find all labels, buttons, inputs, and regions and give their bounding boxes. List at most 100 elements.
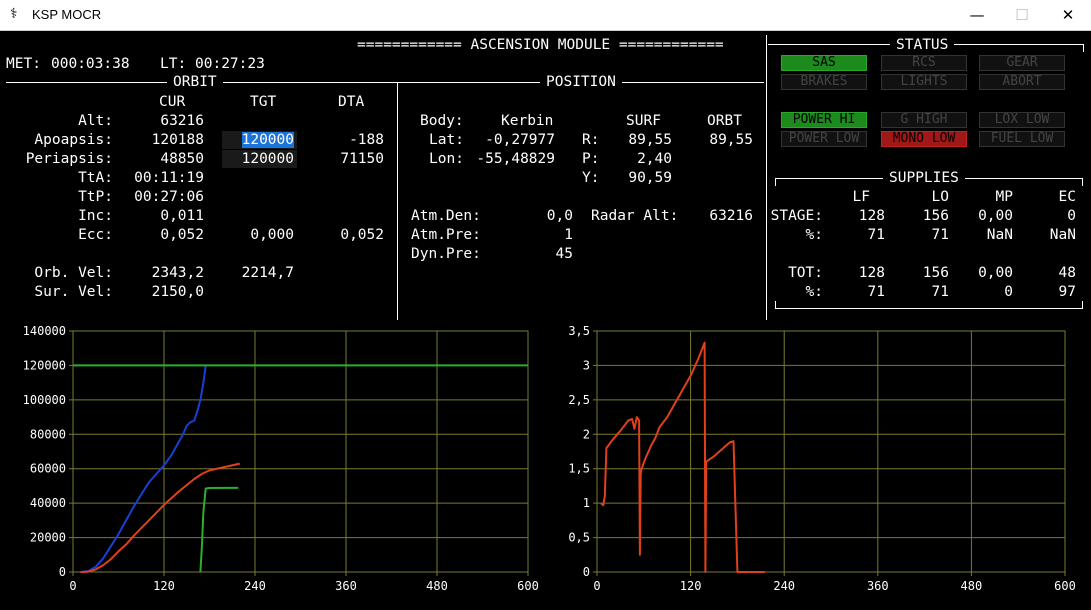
orbit-row-label: TtA:	[78, 170, 113, 186]
supplies-row-label: TOT:	[788, 265, 823, 281]
dyn-pre-label: Dyn.Pre:	[411, 246, 481, 262]
supplies-frame-bottom	[775, 308, 1083, 309]
y-tick-label: 3,5	[568, 324, 590, 338]
status-indicator-lox-low: LOX LOW	[979, 112, 1065, 128]
roll-label: R:	[582, 132, 600, 148]
orbit-row-cur: 63216	[160, 113, 204, 129]
roll-orbt-value: 89,55	[709, 132, 753, 148]
status-header: STATUS	[890, 36, 955, 54]
supplies-frame-bl	[775, 301, 776, 309]
supplies-frame-br	[1082, 301, 1083, 309]
supplies-frame-left	[775, 178, 776, 186]
y-tick-label: 1,5	[568, 462, 590, 476]
atm-pre-value: 1	[564, 227, 573, 243]
orbit-row-cur: 00:27:06	[134, 189, 204, 205]
supplies-col-lf: LF	[852, 189, 870, 205]
supplies-cell-ec: 48	[1058, 265, 1076, 281]
supplies-col-mp: MP	[995, 189, 1013, 205]
yaw-label: Y:	[582, 170, 600, 186]
apoapsis-target-selection[interactable]: 120000	[241, 132, 294, 148]
orbit-col-dta: DTA	[338, 94, 365, 110]
pitch-label: P:	[582, 151, 600, 167]
x-tick-label: 600	[517, 579, 539, 593]
altitude-chart: 0 120 240 360 480 600 0 20000 40000 60000 80000 100…	[23, 324, 539, 593]
x-tick-label: 240	[244, 579, 266, 593]
y-tick-label: 2	[583, 427, 590, 441]
orbit-position-divider	[397, 83, 398, 320]
orbit-row-label: Alt:	[78, 113, 113, 129]
y-tick-label: 20000	[30, 531, 66, 545]
orbit-row-label: TtP:	[78, 189, 113, 205]
orbit-row-label: Periapsis:	[25, 151, 113, 167]
maximize-button[interactable]: ☐	[999, 0, 1045, 30]
supplies-cell-mp: 0	[1004, 284, 1013, 300]
orbit-row-tgt: 120000	[241, 151, 294, 167]
y-tick-label: 0	[59, 565, 66, 579]
radar-alt-value: 63216	[709, 208, 753, 224]
status-divider	[766, 35, 767, 320]
minimize-button[interactable]: —	[954, 0, 1000, 30]
title-bar: ⚕ KSP MOCR — ☐ ✕	[0, 0, 1091, 31]
atm-pre-label: Atm.Pre:	[411, 227, 481, 243]
body-value: Kerbin	[501, 113, 554, 129]
y-tick-label: 3	[583, 358, 590, 372]
orbit-row-label: Apoapsis:	[34, 132, 113, 148]
atm-den-value: 0,0	[546, 208, 573, 224]
y-tick-label: 0,5	[568, 531, 590, 545]
y-tick-label: 1	[583, 496, 590, 510]
velocity-label: Sur. Vel:	[34, 284, 113, 300]
status-indicator-power-low: POWER LOW	[781, 131, 867, 147]
status-indicator-mono-low: MONO LOW	[881, 131, 967, 147]
status-indicator-abort: ABORT	[979, 74, 1065, 90]
supplies-cell-lf: 71	[867, 227, 885, 243]
lt-label: LT:	[160, 56, 187, 72]
module-title: ============ ASCENSION MODULE ==========…	[357, 37, 724, 53]
status-indicator-fuel-low: FUEL LOW	[979, 131, 1065, 147]
velocity-cur: 2343,2	[151, 265, 204, 281]
yaw-surf-value: 90,59	[628, 170, 672, 186]
lat-label: Lat:	[429, 132, 464, 148]
x-tick-label: 600	[1054, 579, 1076, 593]
radar-alt-label: Radar Alt:	[591, 208, 679, 224]
position-header: POSITION	[540, 73, 622, 91]
app-icon: ⚕	[10, 6, 18, 22]
atm-den-label: Atm.Den:	[411, 208, 481, 224]
orbit-row-dta: 71150	[340, 151, 384, 167]
x-tick-label: 0	[69, 579, 76, 593]
supplies-row-label: %:	[805, 284, 823, 300]
supplies-cell-mp: 0,00	[978, 265, 1013, 281]
met-value: 000:03:38	[51, 56, 130, 72]
orbit-row-label: Inc:	[78, 208, 113, 224]
window-title: KSP MOCR	[32, 7, 102, 22]
lt-value: 00:27:23	[195, 56, 265, 72]
y-tick-label: 60000	[30, 462, 66, 476]
supplies-cell-ec: 97	[1058, 284, 1076, 300]
y-tick-label: 0	[583, 565, 590, 579]
supplies-col-ec: EC	[1058, 189, 1076, 205]
lat-value: -0,27977	[485, 132, 555, 148]
orbt-col-header: ORBT	[707, 113, 742, 129]
supplies-header: SUPPLIES	[883, 169, 965, 187]
y-tick-label: 2,5	[568, 393, 590, 407]
y-tick-label: 120000	[23, 358, 66, 372]
velocity-tgt: 2214,7	[241, 265, 294, 281]
supplies-row-label: %:	[805, 227, 823, 243]
supplies-cell-lf: 71	[867, 284, 885, 300]
supplies-cell-ec: NaN	[1049, 227, 1076, 243]
supplies-cell-mp: 0,00	[978, 208, 1013, 224]
section-divider	[6, 82, 764, 83]
status-indicator-brakes: BRAKES	[781, 74, 867, 90]
met-label: MET:	[6, 56, 41, 72]
close-button[interactable]: ✕	[1045, 0, 1091, 30]
x-tick-label: 480	[426, 579, 448, 593]
x-tick-label: 120	[153, 579, 175, 593]
y-tick-label: 80000	[30, 427, 66, 441]
x-tick-label: 360	[335, 579, 357, 593]
status-indicator-lights: LIGHTS	[881, 74, 967, 90]
orbit-col-cur: CUR	[159, 94, 186, 110]
orbit-col-tgt: TGT	[250, 94, 277, 110]
orbit-row-tgt: 0,000	[250, 227, 294, 243]
supplies-cell-lf: 128	[858, 265, 885, 281]
status-indicator-sas: SAS	[781, 55, 867, 71]
x-tick-label: 120	[680, 579, 702, 593]
